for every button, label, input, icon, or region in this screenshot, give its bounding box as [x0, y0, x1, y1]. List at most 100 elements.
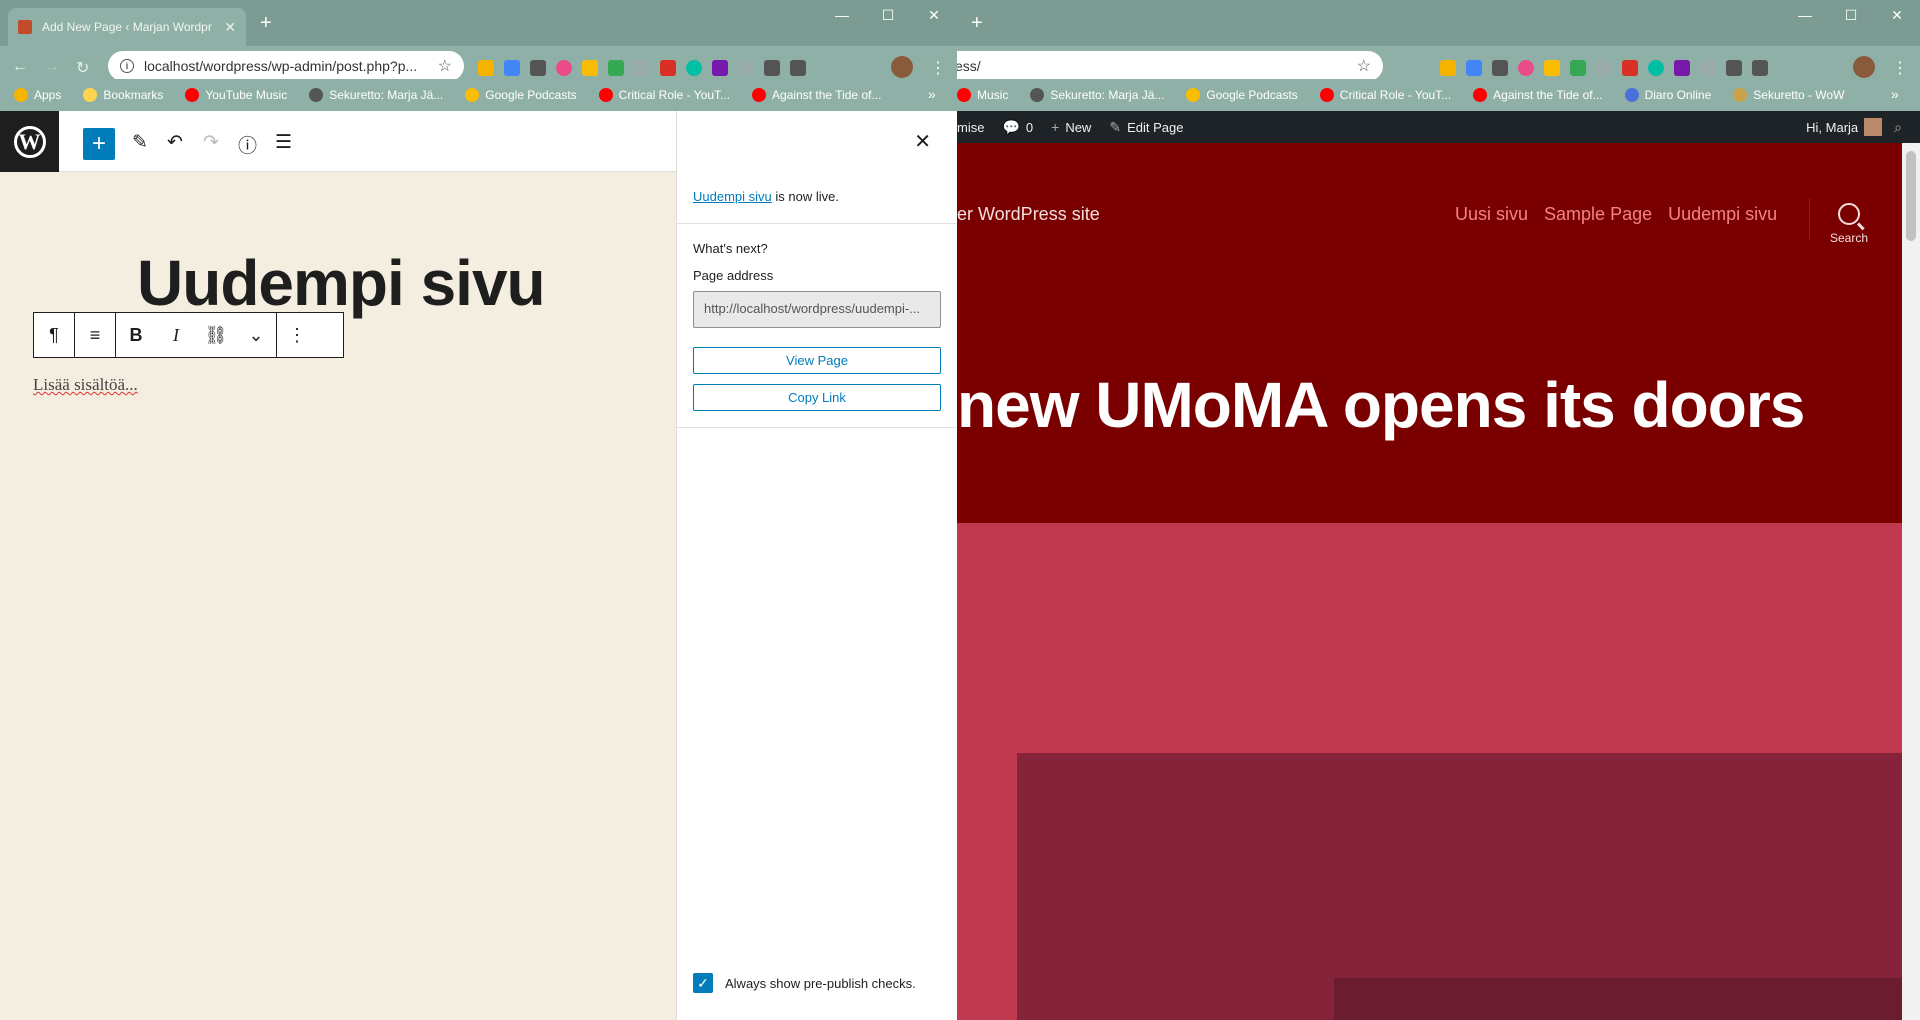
- more-rich-text-chevron-down-icon[interactable]: ⌄: [236, 313, 276, 357]
- bookmark-star-icon[interactable]: ☆: [1357, 56, 1371, 76]
- onenote-icon[interactable]: [712, 60, 728, 76]
- bookmark-item[interactable]: Bookmarks: [83, 88, 163, 102]
- bold-icon[interactable]: B: [116, 313, 156, 357]
- puzzle-icon[interactable]: [764, 60, 780, 76]
- page-scrollbar[interactable]: [1902, 143, 1920, 1020]
- bookmark-item[interactable]: Music: [957, 88, 1008, 102]
- extension-icon[interactable]: [686, 60, 702, 76]
- address-bar[interactable]: i localhost/wordpress/wp-admin/post.php?…: [108, 51, 464, 81]
- extension-icon[interactable]: [1570, 60, 1586, 76]
- reading-list-icon[interactable]: [790, 60, 806, 76]
- back-icon[interactable]: ←: [12, 58, 28, 76]
- bookmark-item[interactable]: YouTube Music: [185, 88, 287, 102]
- bookmark-item[interactable]: Sekuretto: Marja Jä...: [309, 88, 443, 102]
- add-block-button[interactable]: +: [83, 128, 115, 160]
- admin-edit-page[interactable]: ✎ Edit Page: [1109, 119, 1183, 136]
- paragraph-icon[interactable]: ¶: [34, 313, 74, 357]
- reading-list-icon[interactable]: [1752, 60, 1768, 76]
- more-bookmarks-icon[interactable]: »: [1891, 86, 1899, 102]
- nav-item-uusi-sivu[interactable]: Uusi sivu: [1455, 204, 1528, 225]
- extension-icon[interactable]: [1700, 60, 1716, 76]
- extension-icon[interactable]: [478, 60, 494, 76]
- redo-icon[interactable]: ↷: [203, 131, 219, 154]
- profile-avatar[interactable]: [891, 56, 913, 78]
- minimize-icon[interactable]: —: [819, 0, 865, 30]
- admin-customise[interactable]: mise: [957, 120, 984, 135]
- address-bar[interactable]: ess/ ☆: [957, 51, 1383, 81]
- bookmark-item[interactable]: Critical Role - YouT...: [598, 88, 730, 102]
- extension-icon[interactable]: [1492, 60, 1508, 76]
- copy-link-button[interactable]: Copy Link: [693, 384, 941, 411]
- tab-add-new-page[interactable]: Add New Page ‹ Marjan Wordpr ✕: [8, 8, 246, 46]
- extension-icon[interactable]: [1518, 60, 1534, 76]
- extension-icon[interactable]: [634, 60, 650, 76]
- admin-account[interactable]: Hi, Marja ⌕: [1806, 111, 1908, 143]
- more-bookmarks-icon[interactable]: »: [928, 86, 936, 102]
- onenote-icon[interactable]: [1674, 60, 1690, 76]
- bookmark-item[interactable]: Against the Tide of...: [1473, 88, 1603, 102]
- extension-icon[interactable]: [608, 60, 624, 76]
- list-view-icon[interactable]: ☰: [275, 131, 292, 154]
- nav-item-sample-page[interactable]: Sample Page: [1544, 204, 1652, 225]
- scrollbar-thumb[interactable]: [1906, 151, 1916, 241]
- always-show-checks[interactable]: ✓ Always show pre-publish checks.: [693, 973, 916, 993]
- checkbox-checked-icon[interactable]: ✓: [693, 973, 713, 993]
- extension-icon[interactable]: [504, 60, 520, 76]
- details-info-icon[interactable]: ⓘ: [238, 131, 257, 158]
- wordpress-logo-icon[interactable]: W: [0, 111, 59, 172]
- nav-item-uudempi-sivu[interactable]: Uudempi sivu: [1668, 204, 1777, 225]
- paragraph-block[interactable]: Lisää sisältöä...: [33, 375, 138, 395]
- bookmark-item[interactable]: Sekuretto - WoW: [1733, 88, 1844, 102]
- extension-icon[interactable]: [1648, 60, 1664, 76]
- view-page-button[interactable]: View Page: [693, 347, 941, 374]
- site-info-icon[interactable]: i: [120, 59, 134, 73]
- maximize-icon[interactable]: ☐: [1828, 0, 1874, 30]
- extension-icon[interactable]: [530, 60, 546, 76]
- maximize-icon[interactable]: ☐: [865, 0, 911, 30]
- tools-pencil-icon[interactable]: ✎: [132, 131, 148, 154]
- search-toggle[interactable]: Search: [1830, 203, 1868, 245]
- block-options-icon[interactable]: ⋮: [277, 313, 317, 357]
- left-browser-window: Add New Page ‹ Marjan Wordpr ✕ + — ☐ ✕ ←…: [0, 0, 957, 1020]
- extension-icon[interactable]: [738, 60, 754, 76]
- new-tab-icon[interactable]: +: [260, 12, 272, 35]
- close-panel-icon[interactable]: ✕: [914, 129, 931, 154]
- calendar-icon[interactable]: [660, 60, 676, 76]
- close-window-icon[interactable]: ✕: [911, 0, 957, 30]
- new-tab-icon[interactable]: +: [971, 12, 983, 35]
- extension-icon[interactable]: [582, 60, 598, 76]
- bookmark-item[interactable]: Critical Role - YouT...: [1319, 88, 1451, 102]
- profile-avatar[interactable]: [1853, 56, 1875, 78]
- page-address-field[interactable]: http://localhost/wordpress/uudempi-...: [693, 291, 941, 328]
- bookmark-item[interactable]: Sekuretto: Marja Jä...: [1030, 88, 1164, 102]
- undo-icon[interactable]: ↶: [167, 131, 183, 154]
- admin-search-icon[interactable]: ⌕: [1894, 119, 1902, 136]
- chrome-menu-icon[interactable]: ⋮: [930, 58, 946, 78]
- bookmark-item[interactable]: Apps: [14, 88, 61, 102]
- bookmark-item[interactable]: Against the Tide of...: [752, 88, 881, 102]
- puzzle-icon[interactable]: [1726, 60, 1742, 76]
- forward-icon[interactable]: →: [44, 58, 60, 76]
- extension-icon[interactable]: [1596, 60, 1612, 76]
- close-window-icon[interactable]: ✕: [1874, 0, 1920, 30]
- link-icon[interactable]: ⛓: [196, 313, 236, 357]
- extension-icon[interactable]: [1440, 60, 1456, 76]
- extension-icon[interactable]: [1466, 60, 1482, 76]
- admin-comments[interactable]: 💬 0: [1002, 119, 1033, 136]
- chrome-menu-icon[interactable]: ⋮: [1892, 58, 1908, 78]
- minimize-icon[interactable]: —: [1782, 0, 1828, 30]
- bookmark-item[interactable]: Google Podcasts: [1186, 88, 1298, 102]
- reload-icon[interactable]: ↻: [76, 58, 89, 78]
- bookmark-star-icon[interactable]: ☆: [438, 56, 452, 76]
- live-page-link[interactable]: Uudempi sivu: [693, 189, 772, 204]
- extension-icon[interactable]: [1544, 60, 1560, 76]
- bookmark-item[interactable]: Diaro Online: [1624, 88, 1711, 102]
- page-title[interactable]: Uudempi sivu: [137, 246, 546, 320]
- italic-icon[interactable]: I: [156, 313, 196, 357]
- close-tab-icon[interactable]: ✕: [224, 19, 236, 36]
- calendar-icon[interactable]: [1622, 60, 1638, 76]
- align-icon[interactable]: ≡: [75, 313, 115, 357]
- admin-new[interactable]: + New: [1051, 119, 1091, 135]
- bookmark-item[interactable]: Google Podcasts: [465, 88, 577, 102]
- extension-icon[interactable]: [556, 60, 572, 76]
